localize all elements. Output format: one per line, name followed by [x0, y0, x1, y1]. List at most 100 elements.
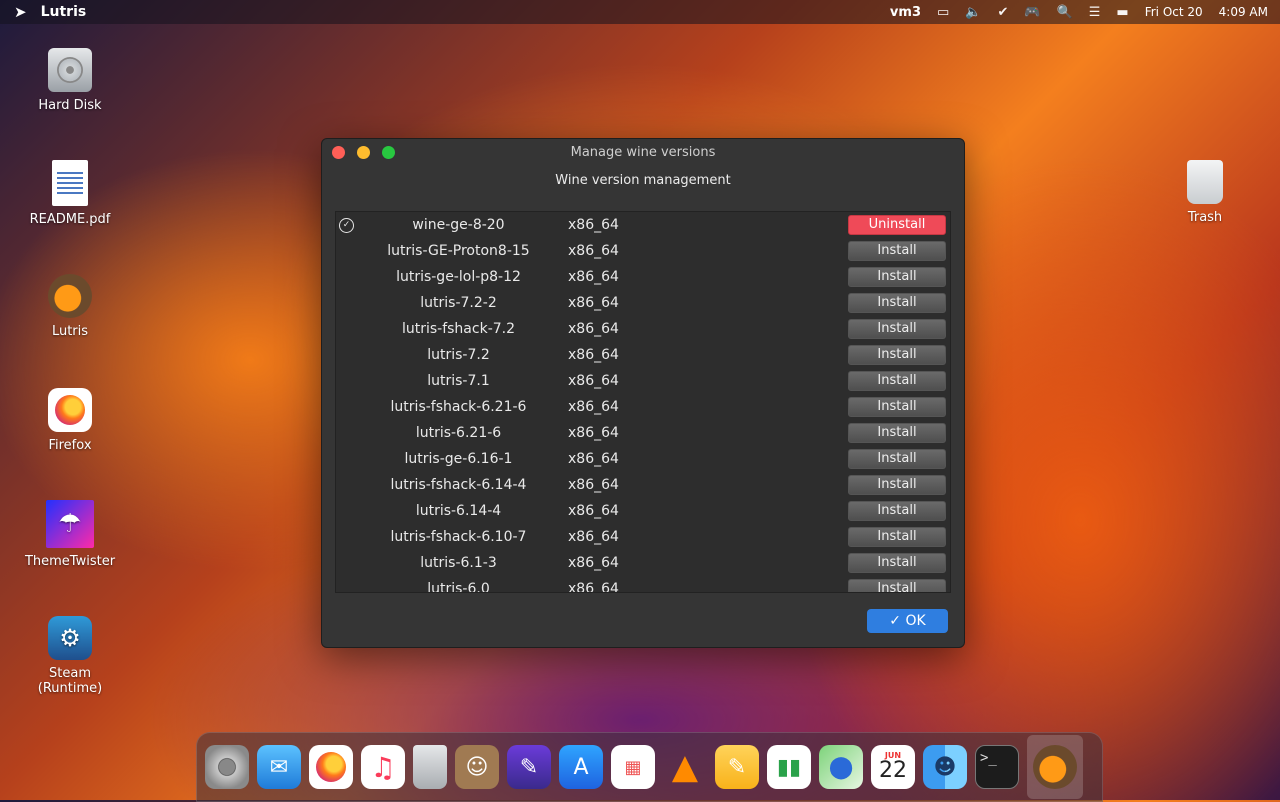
- volume-icon[interactable]: 🔈: [965, 5, 981, 20]
- install-button[interactable]: Install: [848, 449, 946, 469]
- dialog-subtitle: Wine version management: [555, 173, 731, 188]
- firefox-icon: [48, 388, 92, 432]
- wine-version-arch: x86_64: [568, 269, 619, 285]
- desktop-icon-label: Hard Disk: [38, 98, 102, 113]
- wine-version-name: lutris-fshack-6.21-6: [390, 399, 527, 415]
- hard-disk-icon: [48, 48, 92, 92]
- wine-version-row[interactable]: lutris-7.2-2 x86_64 Install: [336, 290, 950, 316]
- launchpad-icon[interactable]: ▦: [611, 745, 655, 789]
- desktop-icon-firefox[interactable]: Firefox: [20, 388, 120, 453]
- ok-button[interactable]: ✓ OK: [867, 609, 948, 633]
- wine-version-name: lutris-GE-Proton8-15: [387, 243, 530, 259]
- app-menu-name[interactable]: Lutris: [41, 4, 87, 20]
- system-settings-icon[interactable]: [205, 745, 249, 789]
- calendar-day: 22: [879, 758, 907, 783]
- desktop-icon-hard-disk[interactable]: Hard Disk: [20, 48, 120, 113]
- list-icon[interactable]: ☰: [1089, 5, 1101, 20]
- check-circle-icon[interactable]: ✔: [997, 5, 1008, 20]
- wine-version-row[interactable]: lutris-7.2 x86_64 Install: [336, 342, 950, 368]
- mail-icon[interactable]: ✉: [257, 745, 301, 789]
- install-button[interactable]: Install: [848, 241, 946, 261]
- wine-version-row[interactable]: lutris-fshack-7.2 x86_64 Install: [336, 316, 950, 342]
- install-button[interactable]: Install: [848, 319, 946, 339]
- desktop-icon-label: ThemeTwister: [24, 554, 116, 569]
- desktop-icon-themetwister[interactable]: ☂ ThemeTwister: [20, 500, 120, 569]
- desktop-icon-readme[interactable]: README.pdf: [20, 160, 120, 227]
- wine-version-name: lutris-6.21-6: [415, 425, 502, 441]
- install-button[interactable]: Install: [848, 527, 946, 547]
- wine-version-row[interactable]: lutris-fshack-6.14-4 x86_64 Install: [336, 472, 950, 498]
- wine-version-row[interactable]: lutris-6.0 x86_64 Install: [336, 576, 950, 593]
- install-button[interactable]: Install: [848, 267, 946, 287]
- desktop-icon-label: Lutris: [51, 324, 89, 339]
- wine-version-list[interactable]: ✓ wine-ge-8-20 x86_64 Uninstall lutris-GE-Pr…: [335, 211, 951, 593]
- music-icon[interactable]: ♫: [361, 745, 405, 789]
- wine-version-name: lutris-ge-6.16-1: [404, 451, 513, 467]
- time-text[interactable]: 4:09 AM: [1219, 5, 1268, 19]
- wine-version-name: lutris-6.0: [427, 581, 490, 593]
- desktop-icon-lutris[interactable]: Lutris: [20, 274, 120, 339]
- wine-version-row[interactable]: lutris-fshack-6.21-6 x86_64 Install: [336, 394, 950, 420]
- wine-version-row[interactable]: lutris-ge-lol-p8-12 x86_64 Install: [336, 264, 950, 290]
- dock-lutris-active[interactable]: [1027, 735, 1083, 799]
- finder-icon[interactable]: ☻: [923, 745, 967, 789]
- wine-version-row[interactable]: lutris-ge-6.16-1 x86_64 Install: [336, 446, 950, 472]
- wine-version-row[interactable]: lutris-GE-Proton8-15 x86_64 Install: [336, 238, 950, 264]
- desktop-icon-label: Trash: [1187, 210, 1223, 225]
- minimize-button[interactable]: [357, 145, 370, 159]
- date-text[interactable]: Fri Oct 20: [1145, 5, 1203, 19]
- host-name: vm3: [889, 4, 921, 20]
- trash-icon[interactable]: [413, 745, 447, 789]
- install-button[interactable]: Install: [848, 293, 946, 313]
- window-icon[interactable]: ▬: [1116, 5, 1128, 20]
- numbers-icon[interactable]: ▮▮: [767, 745, 811, 789]
- install-button[interactable]: Install: [848, 423, 946, 443]
- wine-version-row[interactable]: ✓ wine-ge-8-20 x86_64 Uninstall: [336, 212, 950, 238]
- gamepad-icon[interactable]: 🎮: [1024, 5, 1040, 20]
- wine-version-row[interactable]: lutris-6.21-6 x86_64 Install: [336, 420, 950, 446]
- install-button[interactable]: Install: [848, 371, 946, 391]
- install-button[interactable]: Install: [848, 475, 946, 495]
- install-button[interactable]: Install: [848, 345, 946, 365]
- app-store-icon[interactable]: A: [559, 745, 603, 789]
- wine-version-arch: x86_64: [568, 425, 619, 441]
- calendar-icon[interactable]: JUN 22: [871, 745, 915, 789]
- gimp-icon[interactable]: ✎: [507, 745, 551, 789]
- dock: ✉ ♫ ☺ ✎ A ▦ ▲ ✎ ▮▮ ⬤ JUN 22 ☻ >_: [196, 732, 1103, 802]
- battery-icon[interactable]: ▭: [937, 5, 949, 20]
- themetwister-icon: ☂: [46, 500, 94, 548]
- trash-icon: [1187, 160, 1223, 204]
- wine-version-row[interactable]: lutris-7.1 x86_64 Install: [336, 368, 950, 394]
- wine-version-row[interactable]: lutris-6.1-3 x86_64 Install: [336, 550, 950, 576]
- contacts-icon[interactable]: ☺: [455, 745, 499, 789]
- desktop-icon-label: Firefox: [48, 438, 92, 453]
- wine-version-name: lutris-6.14-4: [415, 503, 502, 519]
- manage-wine-versions-dialog: Manage wine versions Wine version manage…: [321, 138, 965, 648]
- maps-icon[interactable]: ⬤: [819, 745, 863, 789]
- install-button[interactable]: Install: [848, 501, 946, 521]
- vlc-icon[interactable]: ▲: [663, 745, 707, 789]
- maximize-button[interactable]: [382, 145, 395, 159]
- logo-icon[interactable]: ➤: [14, 3, 27, 21]
- uninstall-button[interactable]: Uninstall: [848, 215, 946, 235]
- steam-icon: ⚙: [48, 616, 92, 660]
- notes-icon[interactable]: ✎: [715, 745, 759, 789]
- terminal-icon[interactable]: >_: [975, 745, 1019, 789]
- search-icon[interactable]: 🔍: [1057, 5, 1073, 20]
- lutris-icon: [48, 274, 92, 318]
- firefox-icon[interactable]: [309, 745, 353, 789]
- lutris-icon[interactable]: [1033, 745, 1077, 789]
- wine-version-arch: x86_64: [568, 555, 619, 571]
- install-button[interactable]: Install: [848, 397, 946, 417]
- install-button[interactable]: Install: [848, 553, 946, 573]
- dialog-titlebar[interactable]: Manage wine versions: [322, 139, 964, 165]
- desktop-icon-steam[interactable]: ⚙ Steam (Runtime): [20, 616, 120, 696]
- close-button[interactable]: [332, 145, 345, 159]
- install-button[interactable]: Install: [848, 579, 946, 592]
- wine-version-row[interactable]: lutris-6.14-4 x86_64 Install: [336, 498, 950, 524]
- wine-version-arch: x86_64: [568, 347, 619, 363]
- desktop-icon-trash[interactable]: Trash: [1155, 160, 1255, 225]
- wine-version-arch: x86_64: [568, 451, 619, 467]
- wine-version-row[interactable]: lutris-fshack-6.10-7 x86_64 Install: [336, 524, 950, 550]
- menu-bar: ➤ Lutris vm3 ▭ 🔈 ✔ 🎮 🔍 ☰ ▬ Fri Oct 20 4:…: [0, 0, 1280, 24]
